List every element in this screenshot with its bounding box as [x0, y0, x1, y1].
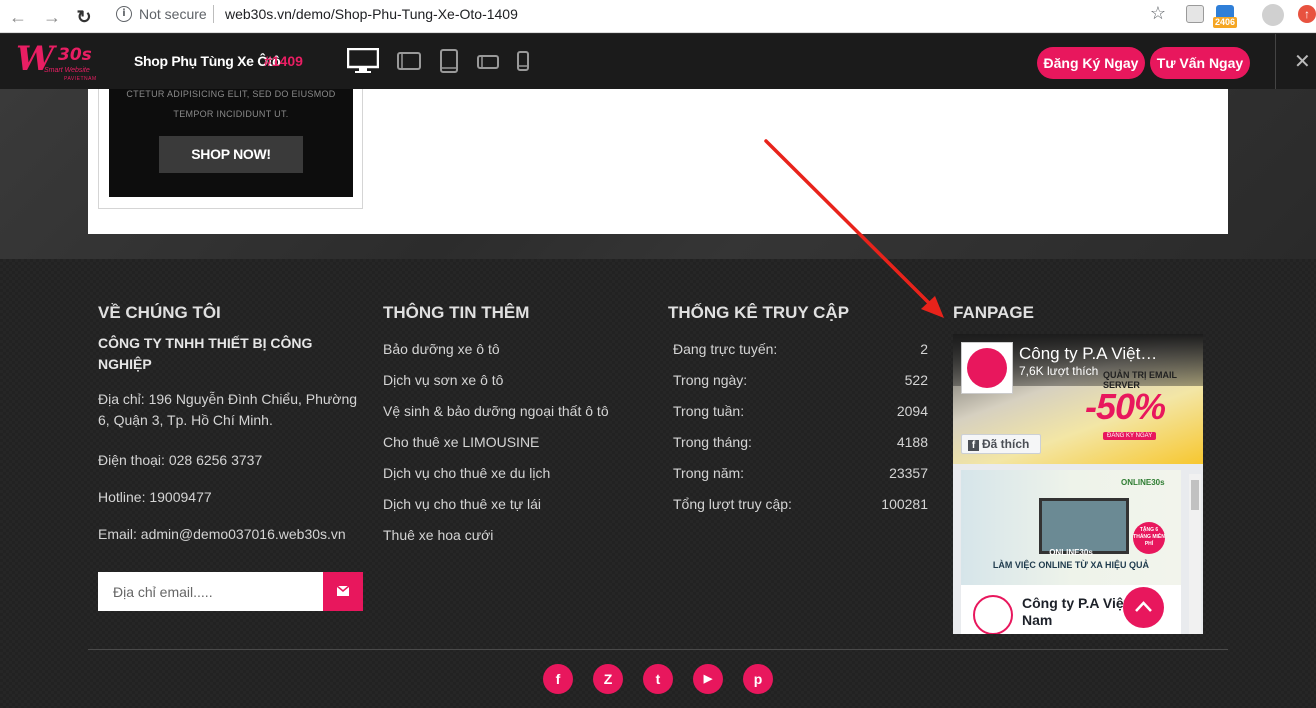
stat-value: 522 [904, 372, 928, 388]
stat-label: Trong tuần: [673, 403, 745, 419]
extension-icon[interactable] [1186, 5, 1204, 23]
company-address: Địa chỉ: 196 Nguyễn Đình Chiểu, Phường 6… [98, 391, 358, 428]
browser-toolbar: ← → ↻ i Not secure web30s.vn/demo/Shop-P… [0, 0, 1316, 33]
stat-label: Trong tháng: [673, 434, 752, 450]
youtube-icon[interactable]: ▶ [693, 664, 723, 694]
about-heading: VỀ CHÚNG TÔI [98, 303, 221, 322]
laptop-image [1039, 498, 1129, 554]
company-email: Email: admin@demo037016.web30s.vn [98, 526, 346, 542]
newsletter-submit-button[interactable] [323, 572, 363, 611]
post-image[interactable]: ONLINE30s TẶNG 6 THÁNG MIỄN PHÍ ONLINE30… [961, 470, 1181, 585]
promo-text: TEMPOR INCIDIDUNT UT. [173, 109, 289, 119]
star-icon[interactable]: ☆ [1150, 3, 1166, 24]
divider [1275, 34, 1276, 89]
promo-banner: CTETUR ADIPISICING ELIT, SED DO EIUSMOD … [98, 89, 363, 209]
zalo-icon[interactable]: Z [593, 664, 623, 694]
address-bar[interactable]: i Not secure web30s.vn/demo/Shop-Phu-Tun… [108, 2, 1178, 28]
template-number: #1409 [264, 53, 303, 69]
forward-icon[interactable]: → [40, 5, 64, 29]
shop-now-button[interactable]: SHOP NOW! [159, 136, 303, 173]
scrollbar-thumb[interactable] [1191, 480, 1199, 510]
fanpage-cover[interactable]: QUẢN TRỊ EMAIL SERVER -50% ĐĂNG KÝ NGAY … [953, 334, 1203, 464]
close-icon[interactable]: ✕ [1294, 49, 1311, 73]
info-link[interactable]: Dịch vụ sơn xe ô tô [383, 372, 503, 388]
stats-heading: THỐNG KÊ TRUY CẬP [668, 303, 850, 322]
stat-row: Tổng lượt truy cập: 100281 [673, 496, 928, 516]
extension-badge: 2406 [1213, 17, 1238, 28]
stat-value: 2 [920, 341, 928, 357]
fanpage-name[interactable]: Công ty P.A Việt… [1019, 344, 1157, 364]
company-hotline: Hotline: 19009477 [98, 489, 212, 505]
info-link[interactable]: Bảo dưỡng xe ô tô [383, 341, 500, 357]
facebook-icon: f [968, 440, 979, 451]
stat-value: 100281 [881, 496, 928, 512]
cover-cta: ĐĂNG KÝ NGAY [1103, 432, 1157, 440]
scrollbar[interactable] [1189, 474, 1201, 634]
pinterest-icon[interactable]: p [743, 664, 773, 694]
stat-row: Trong tháng: 4188 [673, 434, 928, 454]
post-brand: ONLINE30s [1121, 478, 1165, 487]
twitter-icon[interactable]: t [643, 664, 673, 694]
demo-header: W 30s Smart Website PAVIETNAM Shop Phụ T… [0, 34, 1316, 89]
consult-button[interactable]: Tư Vấn Ngay [1150, 47, 1250, 79]
info-link[interactable]: Thuê xe hoa cưới [383, 527, 493, 543]
info-link[interactable]: Cho thuê xe LIMOUSINE [383, 434, 539, 450]
company-phone: Điện thoại: 028 6256 3737 [98, 452, 263, 468]
fanpage-likes: 7,6K lượt thích [1019, 364, 1099, 378]
phone-portrait-icon[interactable] [517, 51, 529, 71]
tablet-portrait-icon[interactable] [439, 49, 459, 73]
facebook-icon[interactable]: f [543, 664, 573, 694]
liked-label: Đã thích [982, 437, 1030, 451]
fanpage-feed: ONLINE30s TẶNG 6 THÁNG MIỄN PHÍ ONLINE30… [953, 464, 1203, 634]
tablet-landscape-icon[interactable] [397, 52, 421, 70]
stat-row: Đang trực tuyến: 2 [673, 341, 928, 361]
cover-discount: -50% [1085, 386, 1166, 427]
liked-button[interactable]: f Đã thích [961, 434, 1041, 454]
logo-company: PAVIETNAM [64, 76, 97, 82]
stat-label: Đang trực tuyến: [673, 341, 778, 357]
stat-row: Trong năm: 23357 [673, 465, 928, 485]
fanpage-heading: FANPAGE [953, 303, 1034, 322]
url-separator [213, 5, 214, 23]
profile-avatar[interactable] [1262, 4, 1284, 26]
reload-icon[interactable]: ↻ [72, 5, 96, 29]
stat-value: 23357 [889, 465, 928, 481]
info-link[interactable]: Dịch vụ cho thuê xe tự lái [383, 496, 541, 512]
url-text[interactable]: web30s.vn/demo/Shop-Phu-Tung-Xe-Oto-1409 [225, 6, 518, 22]
stat-value: 4188 [896, 434, 928, 450]
promo-text: CTETUR ADIPISICING ELIT, SED DO EIUSMOD [126, 89, 336, 99]
footer-divider [88, 649, 1228, 650]
promo-image: CTETUR ADIPISICING ELIT, SED DO EIUSMOD … [109, 89, 353, 197]
envelope-icon [336, 585, 350, 596]
company-name: CÔNG TY TNHH THIẾT BỊ CÔNG NGHIỆP [98, 335, 313, 372]
phone-landscape-icon[interactable] [477, 55, 499, 69]
stat-label: Trong năm: [673, 465, 745, 481]
security-label: Not secure [139, 6, 207, 22]
update-icon[interactable]: ↑ [1298, 5, 1316, 23]
chevron-up-icon [1135, 601, 1152, 612]
logo-tagline: Smart Website [44, 67, 90, 74]
logo-brand: 30s [58, 45, 92, 65]
info-heading: THÔNG TIN THÊM [383, 303, 530, 322]
register-button[interactable]: Đăng Ký Ngay [1037, 47, 1145, 79]
post-title: ONLINE30s [1049, 548, 1093, 557]
post-subtitle: LÀM VIỆC ONLINE TỪ XA HIỆU QUẢ [992, 560, 1150, 570]
stat-value: 2094 [896, 403, 928, 419]
facebook-page-widget[interactable]: QUẢN TRỊ EMAIL SERVER -50% ĐĂNG KÝ NGAY … [953, 334, 1203, 634]
logo[interactable]: W 30s Smart Website PAVIETNAM [8, 39, 103, 85]
info-icon[interactable]: i [116, 6, 132, 22]
back-icon[interactable]: ← [6, 5, 30, 29]
stat-label: Trong ngày: [673, 372, 748, 388]
stat-row: Trong ngày: 522 [673, 372, 928, 392]
newsletter-email-input[interactable] [98, 572, 323, 611]
desktop-icon[interactable] [347, 48, 379, 74]
info-link[interactable]: Dịch vụ cho thuê xe du lịch [383, 465, 550, 481]
stat-row: Trong tuần: 2094 [673, 403, 928, 423]
template-title: Shop Phụ Tùng Xe Ôtô [134, 53, 281, 69]
fanpage-avatar[interactable] [961, 342, 1013, 394]
info-link[interactable]: Vệ sinh & bảo dưỡng ngoại thất ô tô [383, 403, 609, 419]
stat-label: Tổng lượt truy cập: [673, 496, 792, 512]
author-avatar[interactable] [973, 595, 1013, 634]
back-to-top-button[interactable] [1123, 587, 1164, 628]
